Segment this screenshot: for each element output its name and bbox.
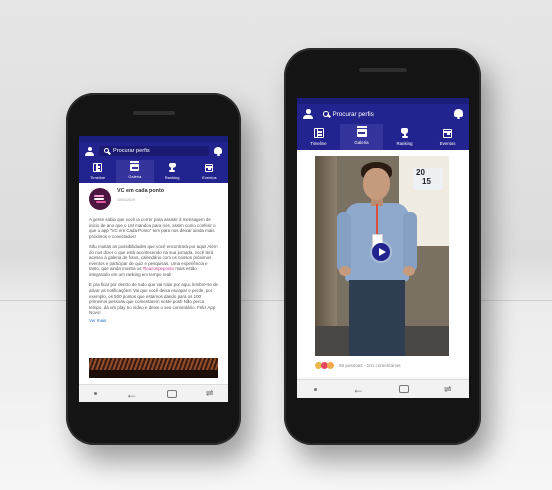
gallery-icon — [130, 161, 140, 171]
tab-label-eventos: Eventos — [439, 140, 456, 146]
left-phone-screen: Procurar perfis Timeline Galeria Ranking… — [79, 136, 228, 402]
android-nav-bar: ← ⇌ — [297, 379, 469, 398]
hashtag-link[interactable]: #loucospeponto — [143, 266, 174, 271]
bell-icon[interactable] — [214, 146, 222, 156]
user-profile-icon[interactable] — [303, 109, 313, 119]
tab-galeria[interactable]: Galeria — [340, 124, 383, 150]
reactions-bar[interactable]: 68 pessoas · 101 comentários — [315, 362, 401, 369]
tab-label-ranking: Ranking — [164, 175, 180, 180]
left-phone: Procurar perfis Timeline Galeria Ranking… — [66, 93, 241, 445]
back-arrow-icon[interactable]: ← — [126, 388, 138, 400]
gallery-icon — [356, 126, 367, 137]
post-image[interactable] — [89, 358, 218, 378]
reactions-count[interactable]: 68 pessoas · 101 comentários — [339, 363, 401, 368]
tab-bar: Timeline Galeria Ranking Eventos — [79, 160, 228, 183]
left-phone-speaker — [133, 111, 175, 115]
search-placeholder: Procurar perfis — [113, 147, 150, 154]
post-paragraph-3: E pra ficar por dentro de tudo que vai r… — [89, 282, 219, 316]
tab-label-timeline: Timeline — [310, 141, 327, 146]
post-date: 10/01/2019 — [117, 198, 135, 202]
tab-ranking[interactable]: Ranking — [154, 160, 191, 183]
right-phone-speaker — [359, 68, 407, 72]
post-author[interactable]: VC em cada ponto — [117, 188, 164, 194]
app-header: Procurar perfis — [297, 104, 469, 124]
trophy-icon — [400, 128, 410, 138]
recent-apps-icon[interactable]: ⇌ — [444, 384, 452, 394]
tab-timeline[interactable]: Timeline — [297, 124, 340, 150]
search-input[interactable]: Procurar perfis — [99, 145, 209, 157]
tab-ranking[interactable]: Ranking — [383, 124, 426, 150]
search-input[interactable]: Procurar perfis — [318, 108, 449, 120]
app-header: Procurar perfis — [79, 142, 228, 160]
avatar[interactable] — [89, 188, 111, 210]
calendar-icon — [205, 163, 214, 172]
search-icon — [104, 148, 109, 154]
search-placeholder: Procurar perfis — [332, 110, 374, 118]
tab-label-timeline: Timeline — [90, 175, 106, 180]
scene-background: Procurar perfis Timeline Galeria Ranking… — [0, 0, 552, 490]
see-more-link[interactable]: Ver mais — [89, 318, 218, 323]
nav-dot-icon — [314, 387, 318, 391]
post-paragraph-1: A gente sabia que você ia correr para as… — [89, 217, 216, 239]
home-square-icon[interactable] — [399, 385, 410, 393]
home-square-icon[interactable] — [166, 389, 177, 398]
timeline-icon — [93, 163, 103, 172]
play-button[interactable] — [372, 243, 390, 261]
android-nav-bar: ← ⇌ — [79, 384, 228, 402]
bell-icon[interactable] — [454, 109, 463, 119]
search-icon — [323, 111, 329, 117]
right-phone-screen: Procurar perfis Timeline Galeria Ranking… — [297, 98, 469, 398]
tab-eventos[interactable]: Eventos — [426, 124, 469, 150]
tab-bar: Timeline Galeria Ranking Eventos — [297, 124, 469, 150]
back-arrow-icon[interactable]: ← — [352, 383, 364, 395]
post-paragraph-2: São muitas as possibilidades que você en… — [89, 244, 218, 277]
tab-label-galeria: Galeria — [354, 140, 369, 145]
tab-galeria[interactable]: Galeria — [116, 160, 154, 183]
post-body: A gente sabia que você ia correr para as… — [89, 217, 218, 316]
right-phone: Procurar perfis Timeline Galeria Ranking… — [284, 48, 481, 445]
calendar-icon — [443, 128, 452, 138]
recent-apps-icon[interactable]: ⇌ — [206, 389, 214, 398]
timeline-icon — [313, 128, 324, 138]
tab-label-galeria: Galeria — [128, 174, 142, 179]
wow-reaction-icon — [327, 362, 334, 369]
timeline-post: VC em cada ponto 10/01/2019 A gente sabi… — [79, 183, 228, 323]
nav-dot-icon — [93, 392, 97, 395]
user-profile-icon[interactable] — [85, 146, 94, 156]
post-header: VC em cada ponto 10/01/2019 — [89, 183, 218, 210]
video-player[interactable]: 20 15 — [315, 156, 449, 356]
tab-timeline[interactable]: Timeline — [79, 160, 116, 183]
tab-label-ranking: Ranking — [396, 141, 413, 146]
trophy-icon — [168, 163, 177, 172]
tab-eventos[interactable]: Eventos — [191, 160, 228, 183]
tab-label-eventos: Eventos — [202, 174, 217, 180]
